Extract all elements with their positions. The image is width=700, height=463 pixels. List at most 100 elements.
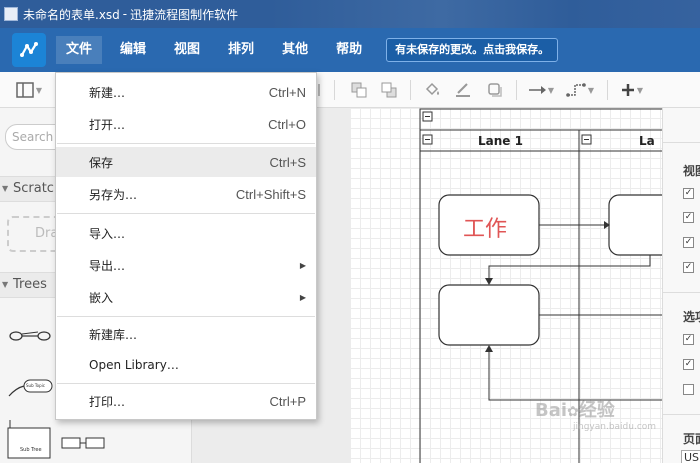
- option-checkbox[interactable]: ✓: [683, 334, 694, 345]
- menu-item-shortcut: Ctrl+S: [269, 154, 306, 170]
- menu-item-open-library[interactable]: Open Library…: [56, 350, 316, 380]
- menu-item-embed[interactable]: 嵌入 ▶: [56, 282, 316, 312]
- chevron-down-icon: ▼: [587, 85, 595, 95]
- app-document-icon: [4, 7, 18, 21]
- format-panel: 视图 ✓ ✓ ✓ ✓ 选项 ✓ ✓ 页面 US: [662, 108, 700, 463]
- view-option-checkbox[interactable]: ✓: [683, 262, 694, 273]
- panel-divider: [663, 414, 700, 415]
- menu-item-export[interactable]: 导出… ▶: [56, 250, 316, 280]
- menu-item-label: 打印…: [89, 394, 126, 409]
- trees-title: Trees: [13, 277, 47, 292]
- shadow-button[interactable]: [484, 79, 506, 101]
- panel-view-section-title: 视图: [683, 164, 700, 178]
- chevron-down-icon: ▼: [547, 85, 555, 95]
- menu-item-new[interactable]: 新建… Ctrl+N: [56, 77, 316, 107]
- menu-view[interactable]: 视图: [164, 36, 210, 64]
- org-chart-shape-icon: [61, 437, 105, 449]
- subtree-shape-icon: [7, 420, 51, 459]
- menu-item-open[interactable]: 打开… Ctrl+O: [56, 109, 316, 139]
- menu-help[interactable]: 帮助: [326, 36, 372, 64]
- insert-button[interactable]: ▼: [617, 79, 647, 101]
- panel-page-section-title: 页面: [683, 432, 700, 446]
- menu-item-label: 导出…: [89, 258, 126, 273]
- to-back-icon: [381, 82, 397, 98]
- to-back-button[interactable]: [378, 79, 400, 101]
- fill-color-button[interactable]: [422, 79, 444, 101]
- lane-1-title[interactable]: Lane 1: [478, 134, 523, 148]
- toolbar-divider: [607, 80, 608, 100]
- view-option-checkbox[interactable]: ✓: [683, 188, 694, 199]
- toolbar-divider: [410, 80, 411, 100]
- menu-item-print[interactable]: 打印… Ctrl+P: [56, 386, 316, 416]
- tree-shape-mindmap[interactable]: [8, 326, 52, 349]
- elbow-connector-icon: [566, 83, 586, 97]
- arrow-right-icon: [528, 86, 546, 94]
- tree-shape-subtree[interactable]: Sub Tree: [6, 420, 52, 463]
- shadow-icon: [488, 83, 502, 97]
- menu-separator: [57, 213, 315, 214]
- baidu-watermark: Bai✿经验 jingyan.baidu.com: [535, 396, 660, 436]
- task-label-work[interactable]: 工作: [463, 211, 507, 243]
- menu-item-save[interactable]: 保存 Ctrl+S: [56, 147, 316, 177]
- file-menu-dropdown: 新建… Ctrl+N 打开… Ctrl+O 保存 Ctrl+S 另存为… Ctr…: [55, 72, 317, 420]
- window-title-bar: 未命名的表单.xsd - 迅捷流程图制作软件: [0, 0, 700, 28]
- menu-bar: 文件 编辑 视图 排列 其他 帮助 有未保存的更改。点击我保存。: [0, 28, 700, 72]
- unsaved-changes-button[interactable]: 有未保存的更改。点击我保存。: [386, 38, 559, 62]
- menu-item-label: 嵌入: [89, 290, 114, 305]
- menu-item-label: 新建…: [89, 85, 126, 100]
- toolbar-divider: [334, 80, 335, 100]
- tree-shape-org[interactable]: [60, 434, 108, 455]
- connection-style-button[interactable]: ▼: [525, 79, 557, 101]
- menu-item-label: 另存为…: [89, 187, 138, 202]
- menu-item-label: 导入…: [89, 226, 126, 241]
- subtopic-label: Sub Topic: [26, 383, 45, 388]
- plus-icon: [621, 84, 634, 96]
- menu-separator: [57, 143, 315, 144]
- pencil-icon: [456, 83, 470, 97]
- menu-item-new-library[interactable]: 新建库…: [56, 319, 316, 349]
- to-front-icon: [351, 82, 367, 98]
- lane-2-title[interactable]: La: [639, 134, 655, 148]
- waypoints-button[interactable]: ▼: [563, 79, 597, 101]
- chevron-down-icon: ▼: [636, 85, 644, 95]
- submenu-arrow-icon: ▶: [299, 260, 306, 270]
- menu-item-save-as[interactable]: 另存为… Ctrl+Shift+S: [56, 179, 316, 209]
- paper-size-select[interactable]: US: [681, 450, 700, 463]
- menu-separator: [57, 316, 315, 317]
- menu-item-label: Open Library…: [89, 358, 179, 372]
- document-name: 未命名的表单.xsd: [23, 7, 120, 22]
- panel-options-section-title: 选项: [683, 310, 700, 324]
- submenu-arrow-icon: ▶: [299, 292, 306, 302]
- menu-item-label: 保存: [89, 155, 114, 170]
- panel-layout-button[interactable]: ▼: [12, 79, 46, 101]
- mindmap-shape-icon: [9, 331, 51, 341]
- paint-bucket-icon: [425, 82, 439, 96]
- app-name: 迅捷流程图制作软件: [130, 7, 239, 22]
- view-option-checkbox[interactable]: ✓: [683, 237, 694, 248]
- panel-layout-icon: [16, 82, 34, 98]
- toolbar-divider: [516, 80, 517, 100]
- menu-item-shortcut: Ctrl+P: [269, 393, 306, 409]
- option-checkbox[interactable]: [683, 384, 694, 395]
- panel-divider: [663, 142, 700, 143]
- view-option-checkbox[interactable]: ✓: [683, 212, 694, 223]
- app-logo-icon[interactable]: [12, 33, 46, 67]
- title-bar-background-decoration: [270, 0, 700, 28]
- menu-edit[interactable]: 编辑: [110, 36, 156, 64]
- chevron-down-icon: ▼: [35, 85, 43, 95]
- menu-extras[interactable]: 其他: [272, 36, 318, 64]
- menu-file[interactable]: 文件: [56, 36, 103, 64]
- title-separator: -: [122, 7, 128, 21]
- option-checkbox[interactable]: ✓: [683, 359, 694, 370]
- menu-separator: [57, 383, 315, 384]
- watermark-brand-suffix: 经验: [578, 400, 615, 421]
- menu-item-import[interactable]: 导入…: [56, 218, 316, 248]
- line-color-button[interactable]: [452, 79, 474, 101]
- menu-arrange[interactable]: 排列: [218, 36, 264, 64]
- menu-item-shortcut: Ctrl+N: [268, 84, 306, 100]
- to-front-button[interactable]: [348, 79, 370, 101]
- paw-icon: ✿: [567, 404, 579, 420]
- watermark-brand: Bai: [535, 400, 568, 421]
- tree-shape-subtopic[interactable]: Sub Topic: [8, 374, 54, 401]
- panel-divider: [663, 292, 700, 293]
